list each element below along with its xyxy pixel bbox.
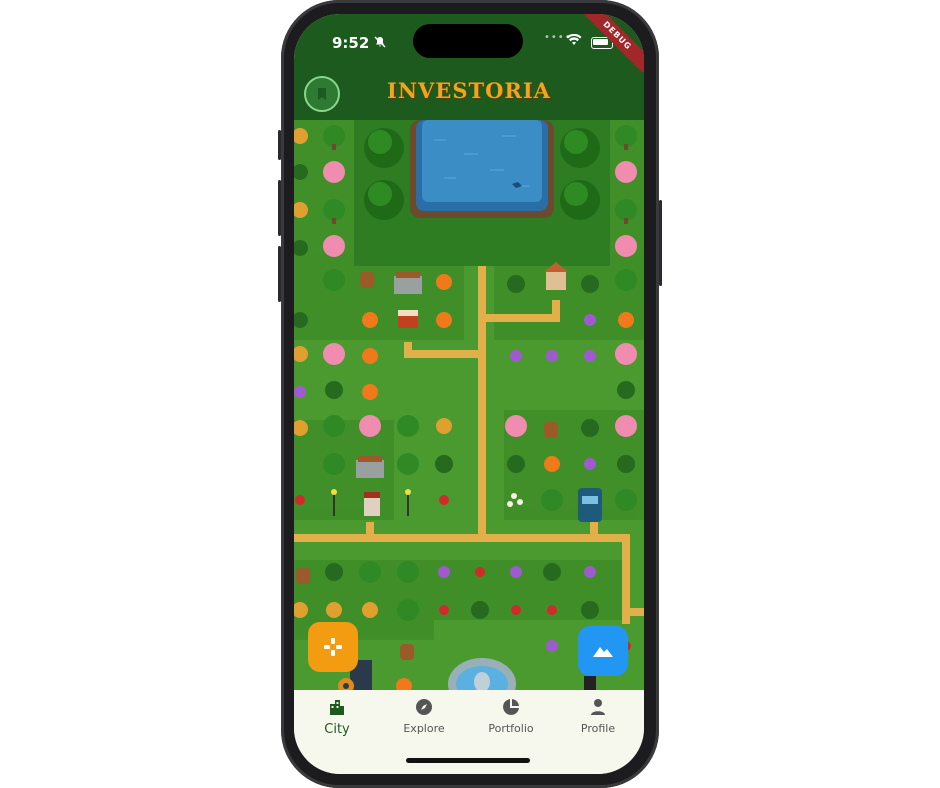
gamepad-icon [324, 638, 342, 656]
city-map-canvas [294, 120, 644, 704]
landscape-fab-button[interactable] [578, 626, 628, 676]
home-indicator [406, 758, 530, 763]
app-title: INVESTORIA [387, 78, 551, 103]
dynamic-island [413, 24, 523, 58]
volume-up-button [278, 180, 281, 236]
power-button [659, 200, 662, 286]
side-button [278, 130, 281, 160]
compass-icon [416, 699, 432, 715]
city-icon [330, 700, 344, 715]
city-map[interactable] [294, 120, 644, 704]
nav-portfolio[interactable]: Portfolio [471, 698, 551, 735]
game-fab-button[interactable] [308, 622, 358, 672]
status-time: 9:52 [332, 34, 370, 52]
mountain-icon [593, 647, 613, 657]
nav-city[interactable]: City [297, 698, 377, 737]
app-bar: INVESTORIA [294, 72, 644, 120]
status-bar: 9:52 •••• DEBUG [294, 14, 644, 81]
nav-profile-label: Profile [580, 722, 616, 735]
screen: 9:52 •••• DEBUG INVESTORIA City Explore … [294, 14, 644, 774]
person-icon [591, 699, 605, 715]
pie-chart-icon [503, 699, 519, 715]
volume-down-button [278, 246, 281, 302]
mute-icon [374, 36, 386, 51]
wifi-icon [566, 31, 582, 50]
nav-city-label: City [324, 722, 350, 737]
nav-explore-label: Explore [403, 722, 445, 735]
nav-profile[interactable]: Profile [558, 698, 638, 735]
nav-explore[interactable]: Explore [384, 698, 464, 735]
nav-portfolio-label: Portfolio [488, 722, 534, 735]
